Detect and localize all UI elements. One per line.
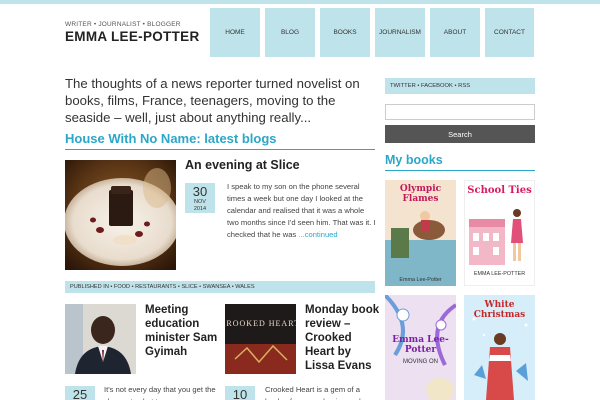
featured-post-month: NOV	[194, 199, 206, 205]
book-subtitle: MOVING ON	[402, 359, 438, 365]
book-title: School Ties	[467, 185, 532, 196]
book-title: White Christmas	[473, 300, 526, 320]
featured-post-excerpt: I speak to my son on the phone several t…	[227, 181, 377, 241]
crooked-heart-cover: CROOKED HEART	[225, 304, 296, 374]
featured-post-title[interactable]: An evening at Slice	[185, 158, 300, 172]
featured-post-thumbnail[interactable]	[65, 160, 176, 270]
nav-item-journalism[interactable]: JOURNALISM	[375, 8, 425, 57]
site-tagline: WRITER • JOURNALIST • BLOGGER	[65, 21, 181, 28]
book-title: Olympic Flames	[399, 184, 442, 204]
post-two-title[interactable]: Meeting education minister Sam Gyimah	[145, 303, 220, 359]
post-three-title[interactable]: Monday book review – Crooked Heart by Li…	[305, 303, 383, 373]
site-logo[interactable]: WRITER • JOURNALIST • BLOGGER EMMA LEE-P…	[65, 20, 200, 44]
book-cover-olympic-flames[interactable]: Olympic Flames Emma Lee-Potter	[385, 180, 456, 286]
post-three-date: 10	[225, 386, 255, 400]
book-author: EMMA LEE-POTTER	[473, 271, 526, 277]
book-author: Emma Lee-Potter	[399, 277, 442, 283]
featured-post-year: 2014	[193, 206, 207, 212]
dessert-plate-image	[65, 160, 176, 270]
search-button[interactable]: Search	[385, 125, 535, 143]
top-accent-strip	[0, 0, 600, 4]
post-two-date: 25	[65, 386, 95, 400]
post-two-day: 25	[72, 387, 88, 400]
post-two-excerpt: It's not every day that you get the chan…	[104, 385, 216, 400]
featured-post-date: 30 NOV 2014	[185, 183, 215, 213]
my-books-title: My books	[385, 153, 535, 171]
nav-item-books[interactable]: BOOKS	[320, 8, 370, 57]
search-input[interactable]	[385, 104, 535, 120]
continued-link[interactable]: ...continued	[298, 230, 337, 239]
portrait-image	[65, 304, 136, 374]
cover-title-text: CROOKED HEART	[225, 319, 296, 328]
published-in-tags[interactable]: PUBLISHED IN • FOOD • RESTAURANTS • SLIC…	[65, 281, 375, 293]
post-three-thumbnail[interactable]: CROOKED HEART	[225, 304, 296, 374]
book-title: Emma Lee-Potter	[392, 335, 449, 355]
social-links[interactable]: TWITTER • FACEBOOK • RSS	[385, 78, 535, 94]
nav-item-blog[interactable]: BLOG	[265, 8, 315, 57]
nav-item-home[interactable]: HOME	[210, 8, 260, 57]
blog-section-title[interactable]: House With No Name: latest blogs	[65, 131, 375, 150]
book-cover-school-ties[interactable]: School Ties EMMA LEE-POTTER	[464, 180, 535, 286]
intro-text: The thoughts of a news reporter turned n…	[65, 76, 360, 125]
book-cover-white-christmas[interactable]: White Christmas	[464, 295, 535, 400]
post-three-excerpt: Crooked Heart is a gem of a book – funny…	[265, 385, 361, 400]
post-two-thumbnail[interactable]	[65, 304, 136, 374]
site-name[interactable]: EMMA LEE-POTTER	[65, 29, 200, 44]
book-cover-moving-on[interactable]: Emma Lee-Potter MOVING ON	[385, 295, 456, 400]
nav-item-contact[interactable]: CONTACT	[485, 8, 534, 57]
featured-post-day: 30	[192, 184, 208, 199]
post-three-day: 10	[232, 387, 248, 400]
nav-item-about[interactable]: ABOUT	[430, 8, 480, 57]
